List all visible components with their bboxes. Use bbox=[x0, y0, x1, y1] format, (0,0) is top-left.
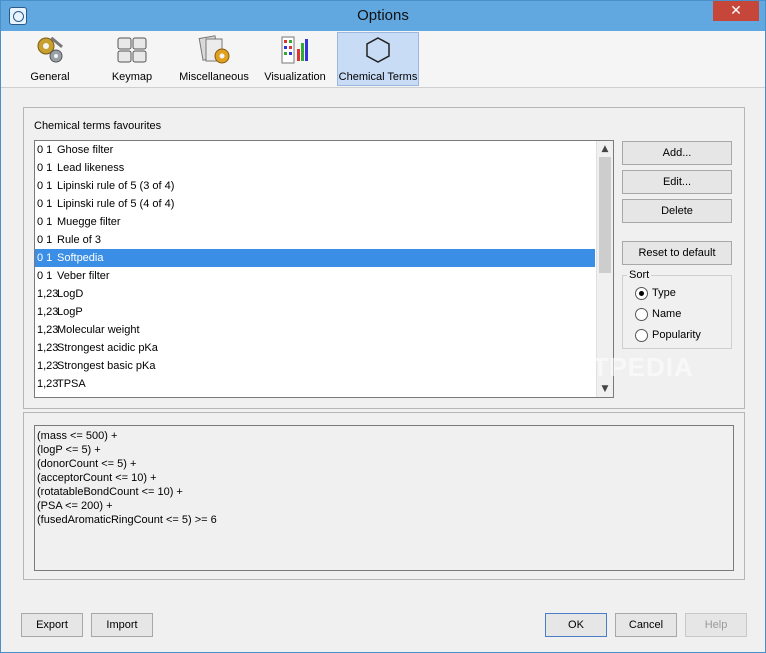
help-button[interactable]: Help bbox=[685, 613, 747, 637]
list-item-type: 0 1 bbox=[37, 234, 53, 246]
edit-button[interactable]: Edit... bbox=[622, 170, 732, 194]
list-item-label: LogP bbox=[57, 306, 83, 318]
expression-panel: (mass <= 500) + (logP <= 5) + (donorCoun… bbox=[23, 412, 745, 580]
import-button[interactable]: Import bbox=[91, 613, 153, 637]
list-item-label: TPSA bbox=[57, 378, 86, 390]
favourites-label: Chemical terms favourites bbox=[34, 120, 162, 132]
sort-group: Type Name Popularity bbox=[622, 275, 732, 349]
radio-checked-icon bbox=[635, 287, 648, 300]
keyboard-icon bbox=[116, 35, 148, 65]
list-item-type: 0 1 bbox=[37, 180, 53, 192]
list-item-label: Lipinski rule of 5 (3 of 4) bbox=[57, 180, 175, 192]
gears-icon bbox=[34, 35, 66, 65]
chart-grid-icon bbox=[279, 35, 311, 65]
sort-name-label: Name bbox=[652, 308, 682, 320]
ok-button[interactable]: OK bbox=[545, 613, 607, 637]
list-item[interactable]: 1,23TPSA bbox=[35, 375, 595, 393]
list-item-label: Lead likeness bbox=[57, 162, 125, 174]
list-item-label: Molecular weight bbox=[57, 324, 140, 336]
expression-line: (logP <= 5) + bbox=[37, 444, 101, 456]
delete-button[interactable]: Delete bbox=[622, 199, 732, 223]
list-item-label: Strongest acidic pKa bbox=[57, 342, 158, 354]
tab-miscellaneous[interactable]: Miscellaneous bbox=[177, 33, 251, 85]
list-item-selected[interactable]: 0 1 Softpedia bbox=[35, 249, 595, 267]
tab-visualization-label: Visualization bbox=[264, 71, 326, 83]
list-item-type: 1,23 bbox=[37, 288, 59, 300]
reset-to-default-button[interactable]: Reset to default bbox=[622, 241, 732, 265]
tab-keymap-label: Keymap bbox=[111, 71, 153, 83]
favourites-list[interactable]: 0 1 Ghose filter 0 1 Lead likeness 0 1 Lipi… bbox=[34, 140, 614, 398]
sort-type-label: Type bbox=[652, 287, 676, 299]
list-item-label: Lipinski rule of 5 (4 of 4) bbox=[57, 198, 175, 210]
list-item[interactable]: 0 1 Lipinski rule of 5 (3 of 4) bbox=[35, 177, 595, 195]
list-item-type: 0 1 bbox=[37, 198, 53, 210]
window-title: Options bbox=[357, 7, 409, 24]
favourites-panel: Chemical terms favourites 0 1 Ghose filte… bbox=[23, 107, 745, 409]
list-item-label: LogD bbox=[57, 288, 84, 300]
tab-visualization[interactable]: Visualization bbox=[261, 33, 329, 85]
list-item-type: 0 1 bbox=[37, 252, 53, 264]
list-item[interactable]: 0 1 Veber filter bbox=[35, 267, 595, 285]
list-item[interactable]: 1,23Molecular weight bbox=[35, 321, 595, 339]
watermark: SOFTPEDIA bbox=[536, 352, 694, 382]
sort-popularity-label: Popularity bbox=[652, 329, 701, 341]
list-item-type: 0 1 bbox=[37, 162, 53, 174]
list-item-type: 1,23 bbox=[37, 324, 59, 336]
list-item-label: Softpedia bbox=[57, 252, 104, 264]
options-window: Options ✕ General Keymap Miscellaneous V… bbox=[0, 0, 766, 653]
folders-gear-icon bbox=[198, 35, 230, 65]
tab-keymap[interactable]: Keymap bbox=[97, 33, 167, 85]
sort-label: Sort bbox=[627, 269, 652, 281]
radio-unchecked-icon bbox=[635, 329, 648, 342]
add-button[interactable]: Add... bbox=[622, 141, 732, 165]
tab-general[interactable]: General bbox=[15, 33, 85, 85]
list-item[interactable]: 0 1 Rule of 3 bbox=[35, 231, 595, 249]
list-item-type: 1,23 bbox=[37, 360, 59, 372]
list-item[interactable]: 0 1 Lead likeness bbox=[35, 159, 595, 177]
list-item-type: 0 1 bbox=[37, 144, 53, 156]
list-item-label: Strongest basic pKa bbox=[57, 360, 156, 372]
list-item[interactable]: 1,23Strongest basic pKa bbox=[35, 357, 595, 375]
cancel-button[interactable]: Cancel bbox=[615, 613, 677, 637]
scroll-up-icon[interactable]: ▲ bbox=[597, 141, 613, 157]
tab-chemical-terms[interactable]: Chemical Terms bbox=[337, 32, 419, 86]
expression-text-area[interactable]: (mass <= 500) + (logP <= 5) + (donorCoun… bbox=[34, 425, 734, 571]
expression-line: (rotatableBondCount <= 10) + bbox=[37, 486, 183, 498]
radio-unchecked-icon bbox=[635, 308, 648, 321]
list-item-label: Veber filter bbox=[57, 270, 110, 282]
expression-line: (mass <= 500) + bbox=[37, 430, 118, 442]
sort-name-radio[interactable]: Name bbox=[635, 306, 735, 322]
scroll-down-icon[interactable]: ▼ bbox=[597, 381, 613, 397]
list-item[interactable]: 1,23LogP bbox=[35, 303, 595, 321]
tab-miscellaneous-label: Miscellaneous bbox=[179, 71, 249, 83]
expression-line: (donorCount <= 5) + bbox=[37, 458, 137, 470]
tab-chemical-terms-label: Chemical Terms bbox=[338, 71, 418, 83]
list-item[interactable]: 1,23LogD bbox=[35, 285, 595, 303]
list-item[interactable]: 0 1 Lipinski rule of 5 (4 of 4) bbox=[35, 195, 595, 213]
close-button[interactable]: ✕ bbox=[713, 1, 759, 21]
list-item-type: 0 1 bbox=[37, 216, 53, 228]
tab-general-label: General bbox=[30, 71, 70, 83]
expression-line: (PSA <= 200) + bbox=[37, 500, 113, 512]
list-item-type: 1,23 bbox=[37, 378, 59, 390]
title-bar[interactable]: Options ✕ bbox=[1, 1, 765, 31]
list-item-type: 1,23 bbox=[37, 306, 59, 318]
sort-type-radio[interactable]: Type bbox=[635, 285, 735, 301]
category-toolbar: General Keymap Miscellaneous Visualizati… bbox=[1, 31, 765, 88]
list-item-type: 0 1 bbox=[37, 270, 53, 282]
expression-line: (fusedAromaticRingCount <= 5) >= 6 bbox=[37, 514, 217, 526]
list-item-label: Ghose filter bbox=[57, 144, 114, 156]
expression-line: (acceptorCount <= 10) + bbox=[37, 472, 157, 484]
hexagon-icon bbox=[362, 35, 394, 65]
export-button[interactable]: Export bbox=[21, 613, 83, 637]
list-item-type: 1,23 bbox=[37, 342, 59, 354]
list-item[interactable]: 0 1 Ghose filter bbox=[35, 141, 595, 159]
list-item-label: Muegge filter bbox=[57, 216, 121, 228]
list-item-label: Rule of 3 bbox=[57, 234, 102, 246]
sort-popularity-radio[interactable]: Popularity bbox=[635, 327, 735, 343]
scroll-thumb[interactable] bbox=[599, 157, 611, 273]
list-item[interactable]: 1,23Strongest acidic pKa bbox=[35, 339, 595, 357]
list-item[interactable]: 0 1 Muegge filter bbox=[35, 213, 595, 231]
